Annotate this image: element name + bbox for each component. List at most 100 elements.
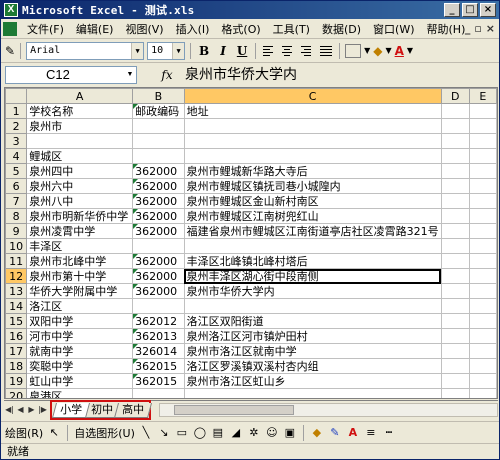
cell-d[interactable]: [440, 238, 470, 254]
cell-d[interactable]: [440, 253, 470, 269]
cell-a[interactable]: 丰泽区: [26, 238, 134, 254]
row-header[interactable]: 9: [5, 223, 28, 239]
row-header[interactable]: 5: [5, 163, 28, 179]
cell-b[interactable]: 362013: [132, 328, 185, 344]
cell-e[interactable]: [468, 253, 497, 269]
cell-c[interactable]: [183, 298, 442, 314]
cell-c[interactable]: [183, 133, 442, 149]
sheet-tab-gaozhong[interactable]: 高中: [113, 402, 153, 418]
cell-b[interactable]: 362000: [132, 283, 185, 299]
cell-b[interactable]: [132, 298, 185, 314]
cell-e[interactable]: [468, 238, 497, 254]
menu-view[interactable]: 视图(V): [119, 21, 169, 37]
cell-a[interactable]: 洛江区: [26, 298, 134, 314]
cell-d[interactable]: [440, 343, 470, 359]
font-color-icon[interactable]: A: [395, 42, 404, 60]
menu-tools[interactable]: 工具(T): [267, 21, 316, 37]
row-header[interactable]: 16: [5, 328, 28, 344]
cell-c[interactable]: [183, 388, 442, 398]
font-size-select[interactable]: 10 ▼: [147, 41, 186, 60]
cell-e[interactable]: [468, 193, 497, 209]
row-header[interactable]: 18: [5, 358, 28, 374]
cell-c[interactable]: 泉州市鲤城区镇抚司巷小城隍内: [183, 178, 442, 194]
row-header[interactable]: 4: [5, 148, 28, 164]
formula-input[interactable]: 泉州市华侨大学内: [181, 66, 499, 84]
row-header[interactable]: 10: [5, 238, 28, 254]
cell-e[interactable]: [468, 163, 497, 179]
cell-a[interactable]: 虹山中学: [26, 373, 134, 389]
cell-b[interactable]: [132, 118, 185, 134]
autoshapes-menu-button[interactable]: 自选图形(U): [74, 425, 135, 441]
first-sheet-icon[interactable]: ◀|: [4, 403, 15, 417]
cell-e[interactable]: [468, 358, 497, 374]
doc-restore-icon[interactable]: ▫: [474, 22, 481, 35]
cell-b[interactable]: 326014: [132, 343, 185, 359]
cell-a[interactable]: 泉州八中: [26, 193, 134, 209]
cell-a[interactable]: 河市中学: [26, 328, 134, 344]
cell-a[interactable]: 泉州凌霄中学: [26, 223, 134, 239]
sheet-tab-xiaoxue[interactable]: 小学: [51, 402, 91, 418]
select-all-corner[interactable]: [5, 88, 28, 104]
fill-color-icon[interactable]: ◆: [310, 426, 324, 440]
cell-a[interactable]: 泉州市第十中学: [26, 268, 134, 284]
arrow-icon[interactable]: ↘: [157, 426, 171, 440]
workbook-icon[interactable]: [3, 21, 17, 36]
cell-d[interactable]: [440, 178, 470, 194]
column-header-c[interactable]: C: [183, 88, 442, 104]
cell-b[interactable]: 362015: [132, 373, 185, 389]
clipart-icon[interactable]: ☺: [265, 426, 279, 440]
cell-e[interactable]: [468, 298, 497, 314]
wordart-icon[interactable]: ◢: [229, 426, 243, 440]
cell-d[interactable]: [440, 208, 470, 224]
menu-window[interactable]: 窗口(W): [367, 21, 420, 37]
menu-edit[interactable]: 编辑(E): [70, 21, 120, 37]
borders-icon[interactable]: [345, 43, 362, 58]
cell-b[interactable]: 362000: [132, 193, 185, 209]
cell-a[interactable]: 泉州市北峰中学: [26, 253, 134, 269]
cell-a[interactable]: 泉港区: [26, 388, 134, 398]
cell-e[interactable]: [468, 178, 497, 194]
horizontal-scrollbar[interactable]: [159, 402, 498, 417]
cell-d[interactable]: [440, 328, 470, 344]
cell-b[interactable]: 362000: [132, 223, 185, 239]
minimize-button[interactable]: _: [444, 3, 460, 17]
cell-c[interactable]: 丰泽区北峰镇北峰村塔后: [183, 253, 442, 269]
excel-icon[interactable]: X: [4, 3, 18, 17]
cell-c[interactable]: 地址: [183, 103, 442, 119]
cell-b[interactable]: 362000: [132, 253, 185, 269]
align-right-icon[interactable]: [299, 43, 315, 59]
cell-d[interactable]: [440, 103, 470, 119]
underline-button[interactable]: U: [234, 42, 250, 60]
cell-b[interactable]: 362000: [132, 178, 185, 194]
draw-menu-button[interactable]: 绘图(R): [5, 425, 43, 441]
cell-c[interactable]: 福建省泉州市鲤城区江南街道亭店社区凌霄路321号: [183, 223, 442, 239]
cell-c[interactable]: 泉州市华侨大学内: [183, 283, 442, 299]
cell-c[interactable]: 泉州市洛江区就南中学: [183, 343, 442, 359]
dash-style-icon[interactable]: ┅: [382, 426, 396, 440]
font-color-icon[interactable]: A: [346, 426, 360, 440]
line-color-icon[interactable]: ✎: [328, 426, 342, 440]
spreadsheet-grid[interactable]: A B C D E 1 学校名称 邮政编码 地址 2 泉州市 3 4 鲤城区 5 泉州四中 36200…: [4, 87, 498, 399]
cell-e[interactable]: [468, 148, 497, 164]
picture-icon[interactable]: ▣: [283, 426, 297, 440]
cell-b[interactable]: [132, 148, 185, 164]
next-sheet-icon[interactable]: ▶: [26, 403, 37, 417]
cell-a[interactable]: 华侨大学附属中学: [26, 283, 134, 299]
oval-icon[interactable]: ◯: [193, 426, 207, 440]
cell-c[interactable]: 洛江区罗溪镇双溪村杏内组: [183, 358, 442, 374]
row-header[interactable]: 17: [5, 343, 28, 359]
column-header-d[interactable]: D: [440, 88, 470, 104]
row-header[interactable]: 12: [5, 268, 28, 284]
cell-b[interactable]: 362015: [132, 358, 185, 374]
cell-c[interactable]: 泉州洛江区河市镇炉田村: [183, 328, 442, 344]
cell-e[interactable]: [468, 133, 497, 149]
cell-e[interactable]: [468, 268, 497, 284]
cell-a[interactable]: 泉州市明新华侨中学: [26, 208, 134, 224]
cell-d[interactable]: [440, 118, 470, 134]
fill-color-icon[interactable]: ◆: [373, 42, 382, 60]
cell-b[interactable]: [132, 238, 185, 254]
cell-d[interactable]: [440, 388, 470, 398]
cell-b[interactable]: 邮政编码: [132, 103, 185, 119]
cell-e[interactable]: [468, 118, 497, 134]
cell-d[interactable]: [440, 313, 470, 329]
